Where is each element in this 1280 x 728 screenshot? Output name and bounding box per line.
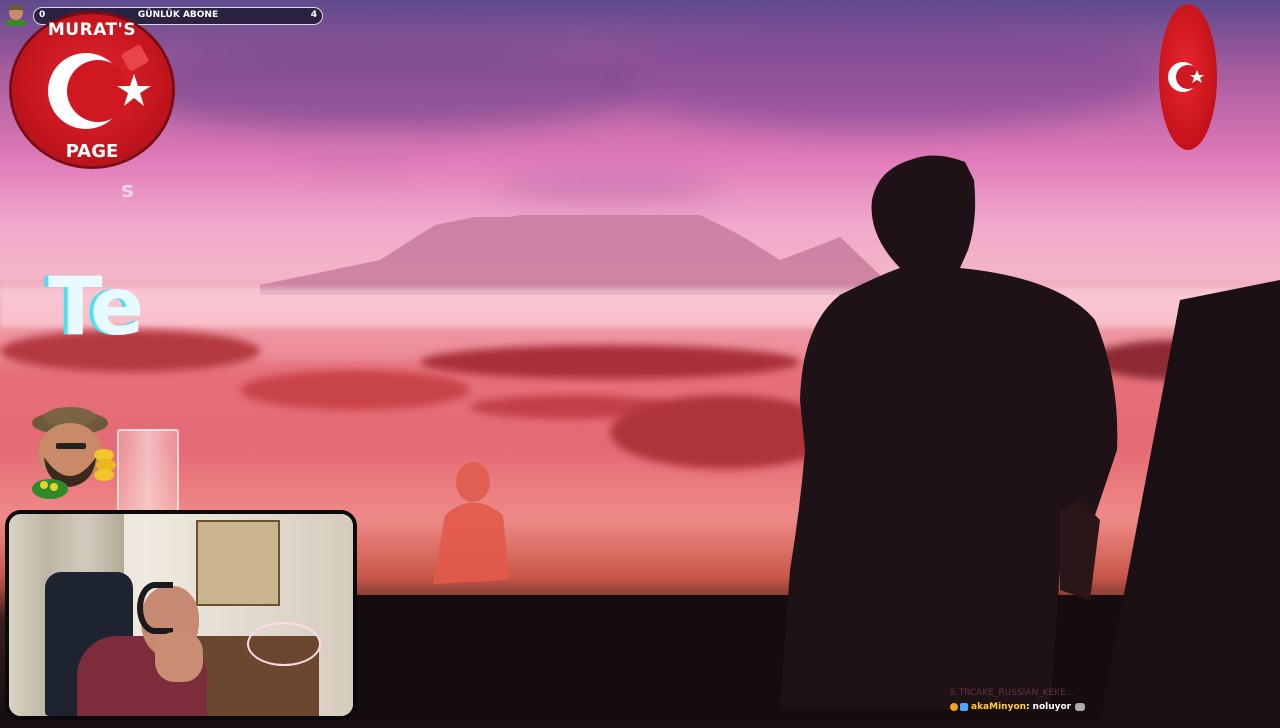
flag-crescent-star-icon [1168, 62, 1204, 92]
seated-figure-silhouette [433, 462, 509, 584]
video-caption-text: Te [48, 260, 144, 353]
chat-faded-line: S.TRCAKE_RUSSIAN_KEKE... [950, 688, 1075, 698]
goal-max-value: 4 [310, 10, 317, 20]
sub-badge-icon [950, 702, 958, 711]
cloud [300, 140, 420, 168]
caption-text: Te [48, 260, 144, 353]
cloud [120, 40, 640, 130]
beach-rock [240, 370, 470, 410]
crescent-star-icon [48, 44, 151, 129]
cloud [600, 20, 1160, 130]
turkish-flag-icon [1159, 4, 1217, 150]
webcam-overlay [5, 510, 357, 720]
wall-map-poster [196, 520, 280, 606]
streamer-hands [155, 632, 203, 682]
fairy-lights [247, 622, 321, 666]
channel-logo-badge: MURAT'S PAGE [12, 14, 172, 166]
mascot-cartoon-icon [32, 407, 116, 499]
chat-separator: : [1026, 702, 1030, 712]
cloud [500, 170, 720, 200]
headset-icon [137, 582, 173, 634]
caption-letter-faded: s [121, 178, 135, 203]
beach-rock [420, 345, 800, 379]
beer-glass-icon [117, 429, 179, 515]
emote-icon [1075, 702, 1086, 711]
chat-username: akaMinyon [971, 702, 1027, 712]
chat-message-text: noluyor [1032, 702, 1072, 712]
chat-badge-icon [960, 702, 968, 711]
logo-bottom-text: PAGE [65, 141, 119, 162]
standing-man-silhouette [780, 155, 1280, 720]
chat-message: akaMinyon: noluyor [950, 702, 1086, 712]
